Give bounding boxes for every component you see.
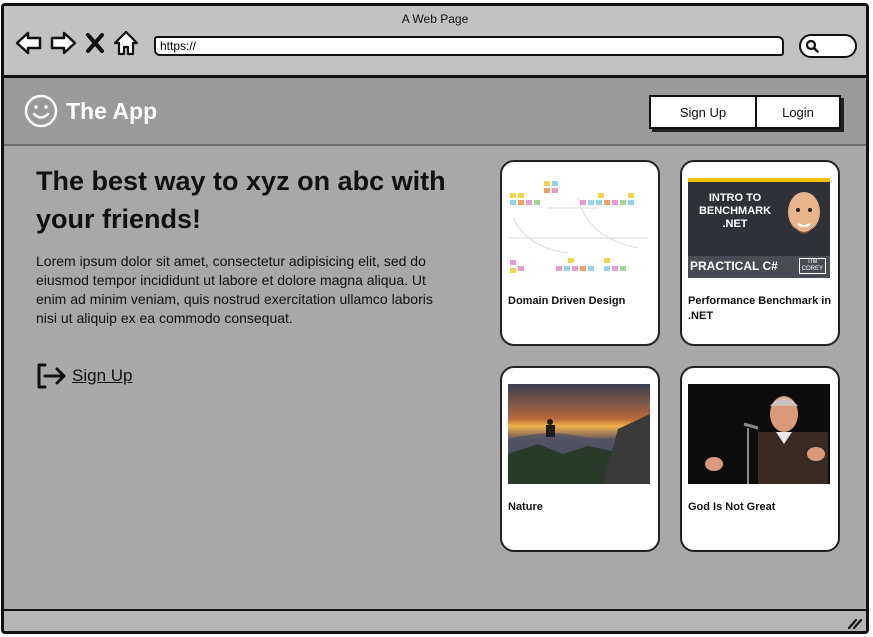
thumb-line-4: PRACTICAL C#: [690, 259, 778, 273]
hero-signup-link[interactable]: Sign Up: [36, 361, 132, 391]
resize-grip-icon[interactable]: [846, 616, 862, 630]
magnifier-icon: [805, 39, 819, 53]
hero-signup-label: Sign Up: [72, 366, 133, 385]
thumb-line-5: TIM: [807, 259, 818, 265]
card-title: Domain Driven Design: [508, 295, 626, 307]
browser-search-button[interactable]: [799, 34, 857, 58]
login-button[interactable]: Login: [755, 97, 839, 127]
window-title: A Web Page: [401, 12, 469, 26]
app-name: The App: [66, 97, 158, 124]
card-title: Nature: [508, 501, 543, 513]
smiley-icon: [24, 94, 58, 128]
card-nature[interactable]: Nature: [500, 366, 660, 552]
back-arrow-icon[interactable]: [14, 28, 44, 58]
thumb-line-3: .NET: [722, 218, 748, 230]
ddd-sticky-notes-diagram: [508, 178, 650, 278]
browser-window: A Web Page https:// The App Sign Up Logi…: [1, 3, 869, 634]
app-logo[interactable]: The App: [24, 94, 157, 128]
card-performance-benchmark[interactable]: INTRO TO BENCHMARK .NET PRACTICAL C# TIM…: [680, 160, 840, 346]
cartoon-face-icon: [788, 192, 820, 234]
speaker-at-microphone-photo: [688, 384, 830, 484]
status-bar: [4, 609, 866, 631]
close-x-icon[interactable]: [82, 28, 108, 58]
auth-button-group: Sign Up Login: [649, 95, 841, 129]
mountain-sunset-photo: [508, 384, 650, 484]
hero-title: The best way to xyz on abc with your fri…: [36, 166, 446, 234]
thumb-line-6: COREY: [801, 266, 823, 272]
thumb-line-1: INTRO TO: [708, 192, 762, 204]
hero-section: The best way to xyz on abc with your fri…: [36, 162, 456, 336]
benchmark-thumbnail: INTRO TO BENCHMARK .NET PRACTICAL C# TIM…: [688, 178, 830, 278]
url-input[interactable]: https://: [154, 36, 784, 56]
thumb-line-2: BENCHMARK: [698, 205, 772, 217]
card-domain-driven-design[interactable]: Domain Driven Design: [500, 160, 660, 346]
browser-toolbar: A Web Page https://: [4, 6, 866, 78]
hero-body: Lorem ipsum dolor sit amet, consectetur …: [36, 253, 433, 326]
card-title: Performance Benchmark in .NET: [688, 295, 832, 322]
forward-arrow-icon[interactable]: [48, 28, 78, 58]
home-icon[interactable]: [112, 28, 140, 58]
app-header: The App Sign Up Login: [4, 78, 866, 146]
card-title: God Is Not Great: [688, 501, 776, 513]
nav-buttons: [14, 28, 140, 58]
signup-button[interactable]: Sign Up: [651, 97, 755, 127]
sign-in-icon: [37, 363, 66, 389]
card-god-is-not-great[interactable]: God Is Not Great: [680, 366, 840, 552]
